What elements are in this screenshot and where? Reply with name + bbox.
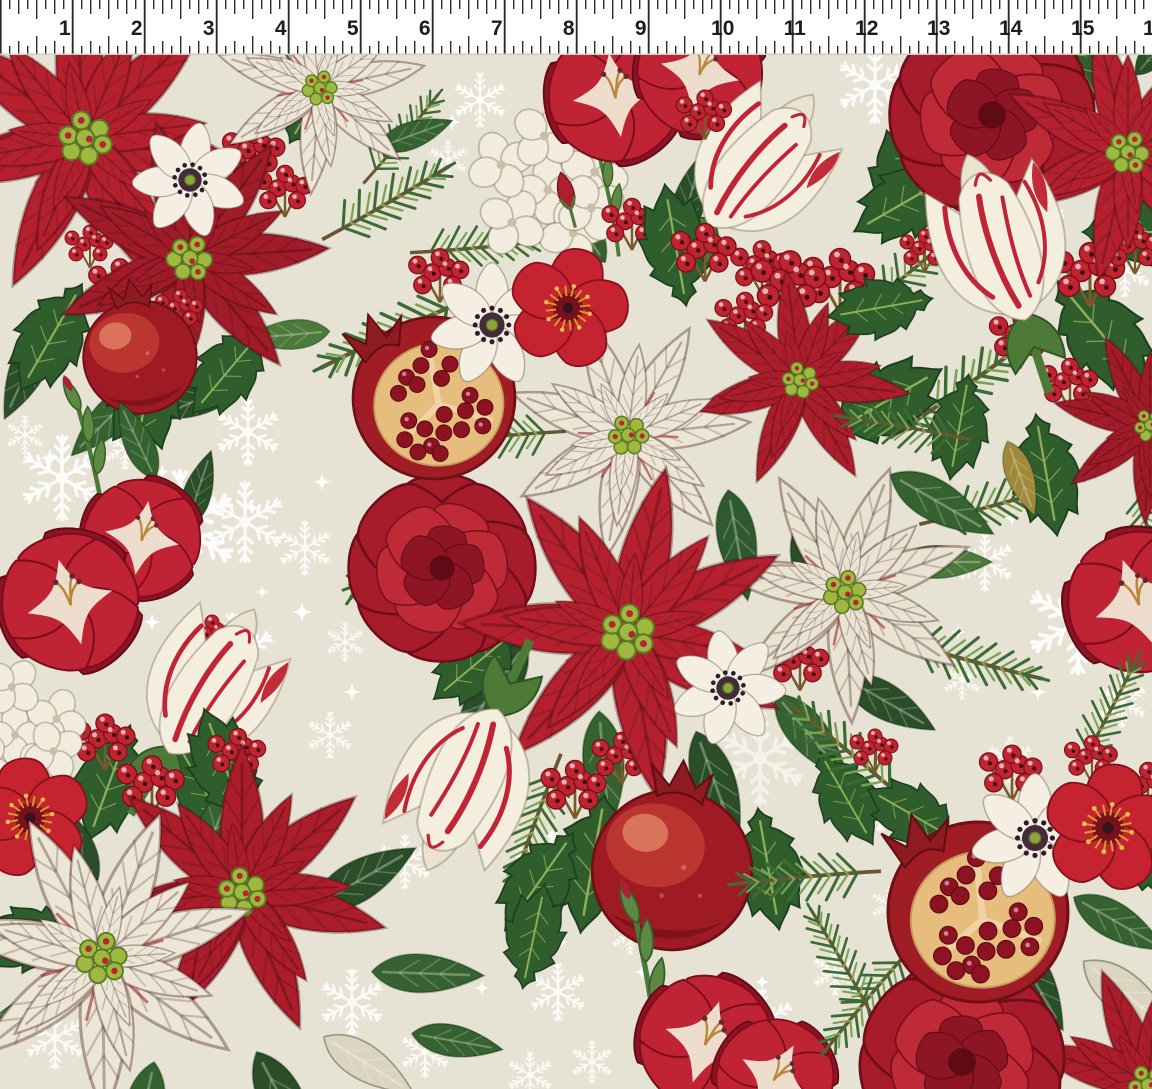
ruler-number: 11	[784, 17, 807, 40]
measuring-ruler: 12345678910111213141516	[0, 0, 1152, 55]
ruler-number: 12	[855, 17, 878, 40]
ruler-number: 16	[1143, 17, 1152, 40]
fabric-print	[0, 55, 1152, 1089]
ruler-number: 9	[635, 17, 647, 40]
ruler-number: 3	[203, 17, 215, 40]
ruler-number: 13	[927, 17, 950, 40]
ruler-number: 2	[131, 17, 143, 40]
ruler-number: 4	[275, 17, 287, 40]
ruler-number: 10	[711, 17, 734, 40]
ruler-number: 14	[999, 17, 1023, 40]
fabric-svg	[0, 55, 1152, 1089]
ruler-number: 5	[347, 17, 359, 40]
ruler-number: 15	[1071, 17, 1095, 40]
ruler-number: 8	[563, 17, 575, 40]
fabric-swatch-photo: 12345678910111213141516	[0, 0, 1152, 1089]
ruler-svg: 12345678910111213141516	[0, 0, 1152, 55]
ruler-number: 7	[491, 17, 503, 40]
ruler-number: 6	[419, 17, 431, 40]
ruler-number: 1	[59, 17, 71, 40]
